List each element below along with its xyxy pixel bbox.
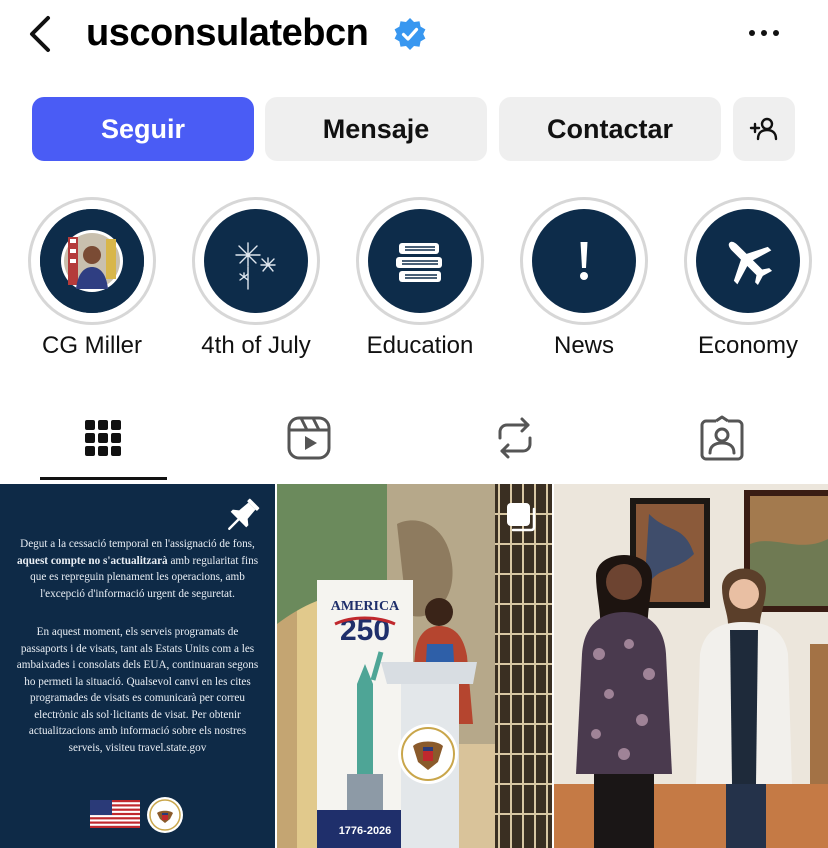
highlight-economy[interactable] (684, 197, 812, 325)
active-tab-indicator (40, 477, 167, 480)
fireworks-icon (235, 242, 276, 290)
meeting-photo (554, 484, 828, 848)
banner-title: AMERICA (331, 599, 400, 614)
back-chevron-icon[interactable] (22, 14, 62, 54)
highlight-news[interactable] (520, 197, 648, 325)
verified-badge-icon (394, 18, 426, 50)
add-person-icon (749, 117, 778, 141)
message-button[interactable]: Mensaje (265, 97, 487, 161)
tab-tagged[interactable] (692, 410, 752, 466)
highlight-label: 4th of July (201, 332, 311, 359)
notice-paragraph-1: Degut a la cessació temporal en l'assign… (16, 538, 259, 600)
tab-reposts[interactable] (485, 410, 545, 466)
highlight-cg-miller[interactable] (28, 197, 156, 325)
speech-photo: AMERICA 250 1776-2026 (277, 484, 552, 848)
follow-button[interactable]: Seguir (32, 97, 254, 161)
repost-icon (498, 417, 532, 459)
tagged-person-icon (700, 415, 744, 461)
suggested-users-button[interactable] (733, 97, 795, 161)
tab-reels[interactable] (279, 410, 339, 466)
grid-icon (85, 420, 121, 456)
more-options-icon[interactable] (744, 20, 784, 46)
highlight-label: CG Miller (42, 332, 142, 359)
notice-paragraph-2: En aquest moment, els serveis programats… (16, 626, 259, 754)
seal-icon (147, 797, 183, 833)
contact-button[interactable]: Contactar (499, 97, 721, 161)
tab-posts[interactable] (73, 410, 133, 466)
airplane-icon (728, 241, 773, 286)
us-flag-icon (90, 800, 140, 828)
portrait-photo (40, 209, 144, 313)
banner-years: 1776-2026 (339, 825, 392, 837)
post-meeting[interactable] (554, 484, 828, 848)
pin-icon (228, 498, 260, 530)
post-america-250[interactable]: AMERICA 250 1776-2026 (277, 484, 552, 848)
highlight-label: Economy (697, 332, 799, 359)
post-notice[interactable]: Degut a la cessació temporal en l'assign… (0, 484, 275, 848)
highlight-label: News (553, 332, 614, 359)
highlight-4th-of-july[interactable] (192, 197, 320, 325)
reels-icon (287, 416, 331, 460)
books-icon (396, 243, 442, 282)
highlight-education[interactable] (356, 197, 484, 325)
profile-username: usconsulatebcn (86, 12, 369, 54)
highlight-label: Education (366, 332, 474, 359)
exclamation-icon (580, 242, 588, 280)
multiple-photos-icon (507, 503, 536, 532)
